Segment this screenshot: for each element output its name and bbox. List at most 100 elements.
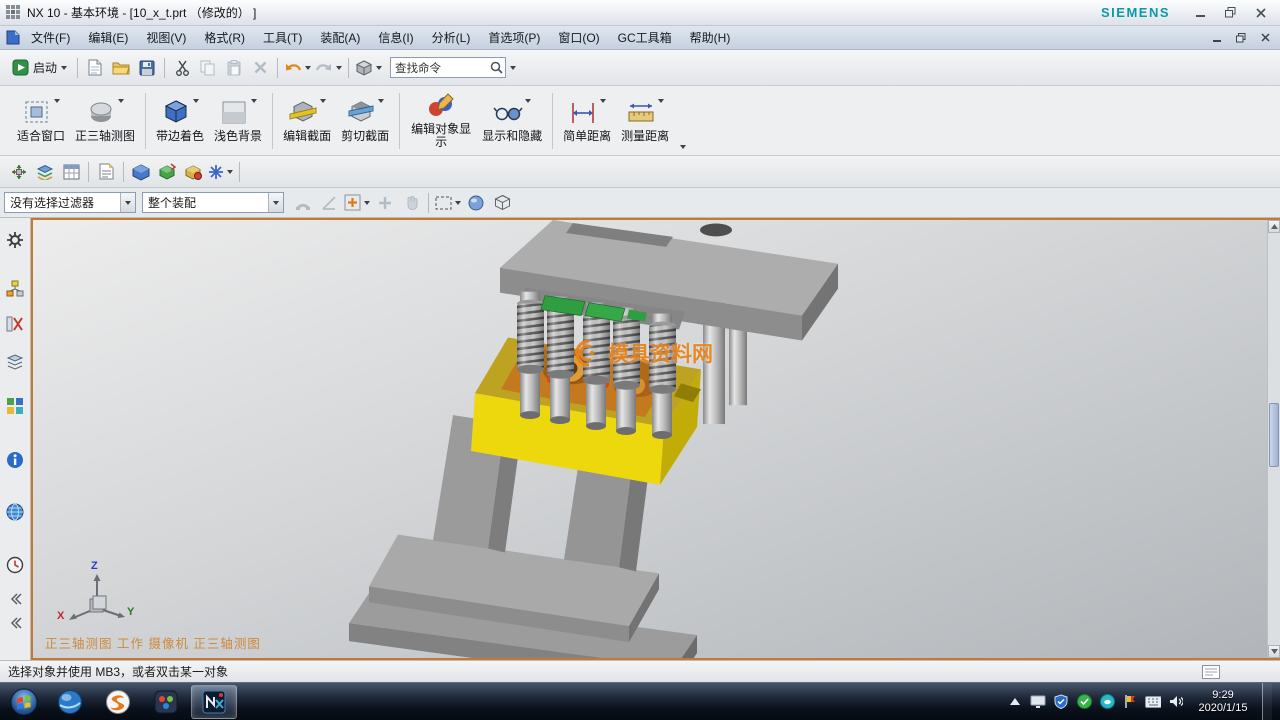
edit-section-button[interactable]: 编辑截面: [278, 96, 336, 146]
new-component-button[interactable]: [180, 159, 206, 185]
add-snap-button[interactable]: [372, 190, 398, 216]
command-finder[interactable]: [390, 57, 506, 78]
child-restore-button[interactable]: [1230, 30, 1252, 46]
menu-help[interactable]: 帮助(H): [681, 26, 740, 50]
menu-gc-toolbox[interactable]: GC工具箱: [609, 26, 681, 50]
undo-caret[interactable]: [305, 66, 311, 70]
save-button[interactable]: [134, 55, 160, 81]
show-hide-button[interactable]: 显示和隐藏: [477, 96, 547, 146]
fit-window-caret[interactable]: [54, 99, 60, 103]
taskbar-nx-icon[interactable]: [191, 685, 237, 719]
simple-distance-button[interactable]: 简单距离: [558, 96, 616, 146]
roles-gear-icon[interactable]: [6, 230, 24, 250]
history-clock-icon[interactable]: [6, 555, 24, 575]
menu-edit[interactable]: 编辑(E): [79, 26, 137, 50]
view-orient-button[interactable]: [353, 55, 384, 81]
fit-window-button[interactable]: 适合窗口: [12, 96, 70, 146]
marquee-select-button[interactable]: [433, 190, 463, 216]
menu-information[interactable]: 信息(I): [369, 26, 422, 50]
interpart-link-caret[interactable]: [364, 201, 370, 205]
assemble-component-button[interactable]: [154, 159, 180, 185]
shaded-with-edges-caret[interactable]: [193, 99, 199, 103]
part-navigator-icon[interactable]: [6, 352, 24, 372]
light-background-caret[interactable]: [251, 99, 257, 103]
mar​quee-caret[interactable]: [455, 201, 461, 205]
redo-button[interactable]: [313, 55, 344, 81]
scroll-down-button[interactable]: [1268, 645, 1280, 658]
cut-button[interactable]: [169, 55, 195, 81]
edit-object-display-button[interactable]: 编辑对象显示: [405, 89, 477, 152]
child-minimize-button[interactable]: [1206, 30, 1228, 46]
search-icon[interactable]: [487, 60, 505, 76]
taskbar-tool-icon[interactable]: [143, 685, 189, 719]
graphics-viewport[interactable]: 模具资料网 Z X Y 正三轴测图 工作 摄像机 正三轴测图: [31, 218, 1280, 660]
clip-section-caret[interactable]: [378, 99, 384, 103]
grab-hand-button[interactable]: [398, 190, 424, 216]
assembly-navigator-icon[interactable]: [6, 279, 24, 299]
collapse-chevron-icon[interactable]: [8, 613, 22, 633]
menu-file[interactable]: 文件(F): [22, 26, 79, 50]
menu-assemblies[interactable]: 装配(A): [311, 26, 369, 50]
undo-button[interactable]: [282, 55, 313, 81]
wireframe-cube-button[interactable]: [489, 190, 515, 216]
collapse-chevron-icon[interactable]: [8, 589, 22, 609]
monitor-tray-icon[interactable]: [1030, 694, 1046, 710]
pattern-grid-button[interactable]: [58, 159, 84, 185]
selection-filter-select[interactable]: 没有选择过滤器: [4, 192, 136, 213]
selection-filter-caret[interactable]: [120, 193, 135, 212]
taskbar-browser-icon[interactable]: [47, 685, 93, 719]
scroll-up-button[interactable]: [1268, 220, 1280, 233]
menu-preferences[interactable]: 首选项(P): [479, 26, 549, 50]
hidden-icons-button[interactable]: [1007, 694, 1023, 710]
new-file-button[interactable]: [82, 55, 108, 81]
assembly-constraints-button[interactable]: [206, 159, 235, 185]
shaded-with-edges-button[interactable]: 带边着色: [151, 96, 209, 146]
paste-button[interactable]: [221, 55, 247, 81]
assembly-constraints-caret[interactable]: [227, 170, 233, 174]
flag-action-center-icon[interactable]: [1122, 694, 1138, 710]
command-search-input[interactable]: [391, 62, 487, 74]
search-caret[interactable]: [510, 66, 516, 70]
highlight-sphere-button[interactable]: [463, 190, 489, 216]
isometric-view-caret[interactable]: [118, 99, 124, 103]
update-shield-icon[interactable]: [1053, 694, 1069, 710]
menu-format[interactable]: 格式(R): [195, 26, 254, 50]
assembly-sequence-button[interactable]: [32, 159, 58, 185]
hd3d-info-icon[interactable]: [6, 450, 24, 470]
view-orient-caret[interactable]: [376, 66, 382, 70]
measure-distance-button[interactable]: 测量距离: [616, 96, 674, 146]
start-button[interactable]: 启动: [6, 57, 73, 78]
vertical-scrollbar[interactable]: [1267, 220, 1280, 658]
snap-angle-button[interactable]: [316, 190, 342, 216]
teal-messenger-icon[interactable]: [1099, 694, 1115, 710]
redo-caret[interactable]: [336, 66, 342, 70]
show-hide-caret[interactable]: [525, 99, 531, 103]
scrollbar-thumb[interactable]: [1269, 403, 1279, 467]
isometric-view-button[interactable]: 正三轴测图: [70, 96, 140, 146]
web-browser-icon[interactable]: [6, 502, 24, 522]
assembly-scope-select[interactable]: 整个装配: [142, 192, 284, 213]
constraint-navigator-icon[interactable]: [6, 314, 24, 334]
clip-section-button[interactable]: 剪切截面: [336, 96, 394, 146]
toolbar-overflow-caret[interactable]: [680, 145, 686, 149]
minimize-button[interactable]: [1187, 4, 1214, 22]
assembly-scope-caret[interactable]: [268, 193, 283, 212]
show-desktop-button[interactable]: [1262, 683, 1272, 720]
maximize-button[interactable]: [1217, 4, 1244, 22]
start-menu-button[interactable]: [3, 685, 45, 719]
copy-button[interactable]: [195, 55, 221, 81]
menu-window[interactable]: 窗口(O): [549, 26, 608, 50]
simple-distance-caret[interactable]: [600, 99, 606, 103]
green-status-icon[interactable]: [1076, 694, 1092, 710]
open-button[interactable]: [108, 55, 134, 81]
ime-keyboard-icon[interactable]: [1145, 694, 1161, 710]
interpart-link-button[interactable]: [342, 190, 372, 216]
volume-icon[interactable]: [1168, 694, 1184, 710]
menu-view[interactable]: 视图(V): [137, 26, 195, 50]
report-button[interactable]: [93, 159, 119, 185]
reuse-library-icon[interactable]: [6, 396, 24, 416]
taskbar-sogou-icon[interactable]: [95, 685, 141, 719]
menu-analysis[interactable]: 分析(L): [423, 26, 480, 50]
measure-distance-caret[interactable]: [658, 99, 664, 103]
move-component-button[interactable]: [128, 159, 154, 185]
